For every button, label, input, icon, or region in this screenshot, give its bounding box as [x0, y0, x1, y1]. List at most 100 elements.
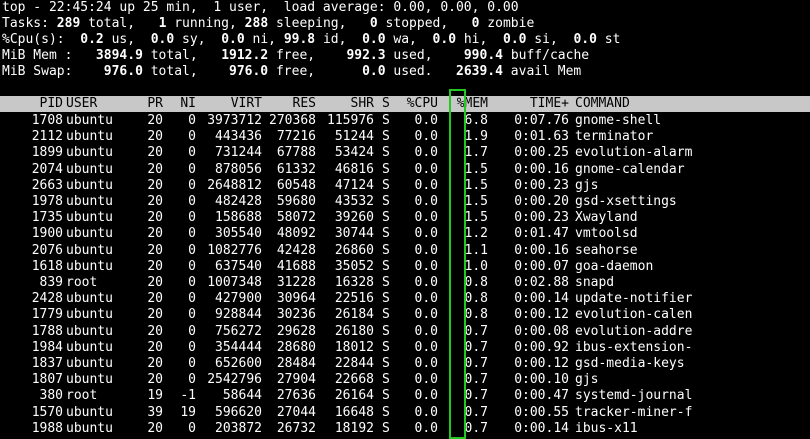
mem-cell: 1.0	[464, 258, 488, 274]
res-cell: 48092	[276, 226, 316, 242]
pid-cell: 1570	[31, 404, 63, 420]
virt-cell: 443436	[215, 129, 262, 145]
cpu-wa: 0.0	[362, 32, 386, 47]
command-cell: seahorse	[575, 242, 638, 258]
cpu-cell: 0.0	[414, 388, 438, 404]
mem-cell: 1.1	[464, 242, 488, 258]
column-header-user[interactable]: USER	[66, 96, 126, 112]
column-header-ni[interactable]: NI	[166, 96, 196, 112]
pid-cell: 2076	[31, 242, 63, 258]
column-header-cpu[interactable]: %CPU	[398, 96, 438, 112]
cpu-cell: 0.0	[414, 404, 438, 420]
column-header-shr[interactable]: SHR	[318, 96, 374, 112]
mem-cell: 0.7	[464, 372, 488, 388]
tasks-sleeping: 288	[244, 16, 269, 31]
virt-cell: 3973712	[207, 113, 262, 128]
state-cell: S	[382, 323, 390, 339]
command-cell: ibus-x11	[575, 420, 638, 436]
mem-cell: 0.8	[464, 275, 488, 290]
cpu-sy-label: sy,	[174, 32, 222, 47]
column-header-pid[interactable]: PID	[0, 96, 63, 112]
priority-cell: 20	[147, 356, 163, 371]
state-cell: S	[382, 372, 390, 388]
column-header-virt[interactable]: VIRT	[200, 96, 262, 112]
user-cell: ubuntu	[66, 291, 113, 307]
res-cell: 59680	[276, 194, 316, 209]
cpu-sy: 0.0	[150, 32, 175, 47]
cpu-cell: 0.0	[414, 356, 438, 371]
process-row[interactable]: 2428 ubuntu 20 0 427900 30964 22516 S 0.0 0.8 0:00…	[0, 291, 810, 307]
process-row[interactable]: 839 root 20 0 1007348 31228 16328 S 0.0 0.8 0:02.8…	[0, 275, 810, 291]
pid-cell: 1988	[31, 420, 63, 436]
column-header-state[interactable]: S	[382, 96, 394, 112]
time-cell: 0:02.88	[514, 275, 569, 290]
priority-cell: 20	[147, 339, 163, 355]
process-table-header: PID USER PR NI VIRT RES SHR S %CPU %MEM …	[0, 96, 810, 112]
process-row[interactable]: 1807 ubuntu 20 0 2542796 27904 22668 S 0.0 0.7 0:0…	[0, 372, 810, 388]
process-row[interactable]: 1900 ubuntu 20 0 305540 48092 30744 S 0.0 1.2 0:01…	[0, 226, 810, 242]
pid-cell: 1788	[31, 323, 63, 339]
user-cell: root	[66, 388, 98, 404]
tasks-zombie-label: zombie	[479, 16, 535, 31]
virt-cell: 158688	[215, 210, 262, 226]
user-cell: ubuntu	[66, 194, 113, 209]
process-row[interactable]: 1618 ubuntu 20 0 637540 41688 35052 S 0.0 1.0 0:00…	[0, 259, 810, 275]
virt-cell: 637540	[215, 258, 262, 274]
process-row[interactable]: 2112 ubuntu 20 0 443436 77216 51244 S 0.0 1.9 0:01…	[0, 129, 810, 145]
state-cell: S	[382, 161, 390, 177]
tasks-stopped-label: stopped,	[377, 16, 472, 31]
process-row[interactable]: 2074 ubuntu 20 0 878056 61332 46816 S 0.0 1.5 0:00…	[0, 162, 810, 178]
mem-free-label: free,	[268, 48, 347, 63]
cpu-hi: 0.0	[432, 32, 457, 47]
virt-cell: 652600	[215, 356, 262, 371]
virt-cell: 596620	[215, 404, 262, 420]
tasks-stopped: 0	[369, 16, 378, 31]
process-row[interactable]: 1837 ubuntu 20 0 652600 28484 22844 S 0.0 0.7 0:00…	[0, 356, 810, 372]
process-row[interactable]: 2076 ubuntu 20 0 1082776 42428 26860 S 0.0 1.1 0:0…	[0, 243, 810, 259]
state-cell: S	[382, 420, 390, 436]
state-cell: S	[382, 242, 390, 258]
mem-cell: 6.8	[464, 113, 488, 128]
virt-cell: 928844	[215, 307, 262, 323]
swap-label: MiB Swap:	[2, 64, 73, 79]
nice-cell: 0	[188, 210, 196, 226]
process-row[interactable]: 1984 ubuntu 20 0 354444 28680 18012 S 0.0 0.7 0:00…	[0, 340, 810, 356]
time-cell: 0:00.20	[514, 194, 569, 209]
process-row[interactable]: 1988 ubuntu 20 0 203872 26732 18192 S 0.0 0.7 0:00…	[0, 421, 810, 437]
process-row[interactable]: 1978 ubuntu 20 0 482428 59680 43532 S 0.0 1.5 0:00…	[0, 194, 810, 210]
pid-cell: 1978	[31, 194, 63, 209]
process-row[interactable]: 380 root 19 -1 58644 27636 26164 S 0.0 0.7 0:00.47…	[0, 388, 810, 404]
user-cell: ubuntu	[66, 323, 113, 339]
nice-cell: 0	[188, 372, 196, 388]
user-cell: ubuntu	[66, 161, 113, 177]
process-row[interactable]: 1899 ubuntu 20 0 731244 67788 53424 S 0.0 1.7 0:00…	[0, 145, 810, 161]
user-cell: ubuntu	[66, 307, 113, 323]
nice-cell: 0	[188, 420, 196, 436]
nice-cell: 0	[188, 323, 196, 339]
cpu-id-label: id,	[315, 32, 363, 47]
nice-cell: 0	[188, 291, 196, 307]
pid-cell: 1779	[31, 307, 63, 323]
tasks-running-label: running,	[166, 16, 245, 31]
cpu-cell: 0.0	[414, 145, 438, 161]
state-cell: S	[382, 145, 390, 161]
mem-cell: 0.7	[464, 339, 488, 355]
pid-cell: 839	[39, 275, 63, 290]
virt-cell: 2648812	[207, 177, 262, 193]
mem-used: 992.3	[346, 48, 386, 63]
column-header-time[interactable]: TIME+	[494, 96, 569, 112]
process-row[interactable]: 1788 ubuntu 20 0 756272 29628 26180 S 0.0 0.7 0:00…	[0, 324, 810, 340]
process-row[interactable]: 2663 ubuntu 20 0 2648812 60548 47124 S 0.0 1.5 0:0…	[0, 178, 810, 194]
process-row[interactable]: 1779 ubuntu 20 0 928844 30236 26184 S 0.0 0.8 0:00…	[0, 307, 810, 323]
pid-cell: 1735	[31, 210, 63, 226]
process-row[interactable]: 1570 ubuntu 39 19 596620 27044 16648 S 0.0 0.7 0:0…	[0, 405, 810, 421]
column-header-pr[interactable]: PR	[128, 96, 163, 112]
process-row[interactable]: 1735 ubuntu 20 0 158688 58072 39260 S 0.0 1.5 0:00…	[0, 210, 810, 226]
process-row[interactable]: 1708 ubuntu 20 0 3973712 270368 115976 S 0.0 6.8 0…	[0, 113, 810, 129]
column-header-command[interactable]: COMMAND	[575, 96, 810, 112]
column-header-mem[interactable]: %MEM	[444, 96, 488, 112]
mem-cell: 0.7	[464, 420, 488, 436]
column-header-res[interactable]: RES	[264, 96, 316, 112]
shr-cell: 30744	[334, 226, 374, 242]
user-cell: ubuntu	[66, 129, 113, 145]
